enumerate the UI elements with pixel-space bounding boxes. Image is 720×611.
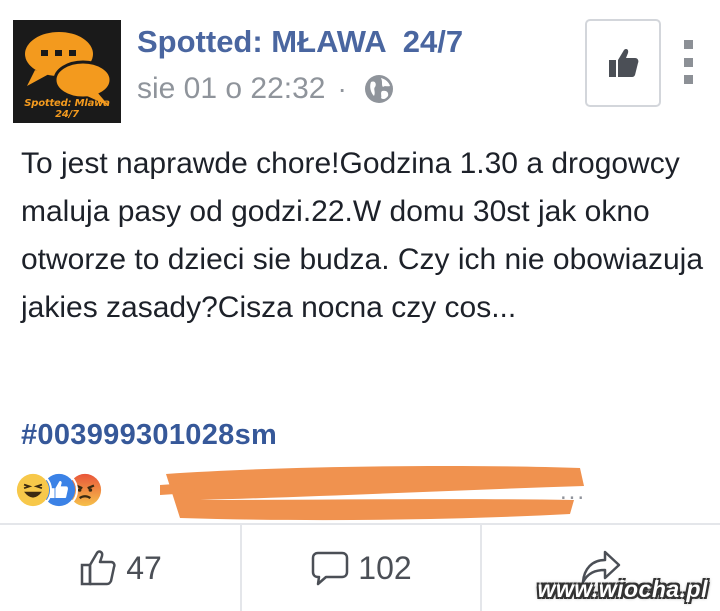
redacted-names-scribble — [160, 466, 584, 521]
comment-button[interactable]: 102 — [242, 525, 480, 611]
comment-bubble-icon — [312, 551, 349, 586]
like-button[interactable]: 47 — [0, 525, 240, 611]
avatar-caption: Spotted: Mlawa 24/7 — [24, 98, 110, 120]
thumbs-up-outline-icon — [80, 550, 116, 586]
meta-separator: · — [337, 73, 347, 104]
reactions-trailing: ... — [560, 478, 587, 505]
page-name-link[interactable]: Spotted: MŁAWA 24/7 — [137, 24, 463, 60]
hashtag-link[interactable]: #003999301028sm — [21, 419, 277, 452]
thumbs-up-icon — [609, 49, 639, 77]
site-watermark: www.wiocha.pl — [537, 576, 708, 602]
more-vertical-icon[interactable] — [681, 40, 695, 84]
post-timestamp[interactable]: sie 01 o 22:32 — [137, 72, 325, 106]
haha-icon — [14, 471, 52, 509]
page-avatar[interactable]: Spotted: Mlawa 24/7 — [13, 20, 121, 123]
globe-icon — [364, 75, 393, 103]
post-header: Spotted: Mlawa 24/7 Spotted: MŁAWA 24/7 … — [0, 0, 720, 130]
post-text: To jest naprawde chore!Godzina 1.30 a dr… — [21, 147, 704, 324]
post-meta: sie 01 o 22:32 · — [137, 72, 395, 106]
like-page-button[interactable] — [585, 19, 661, 107]
like-count: 47 — [126, 549, 162, 586]
comment-count: 102 — [358, 549, 412, 586]
